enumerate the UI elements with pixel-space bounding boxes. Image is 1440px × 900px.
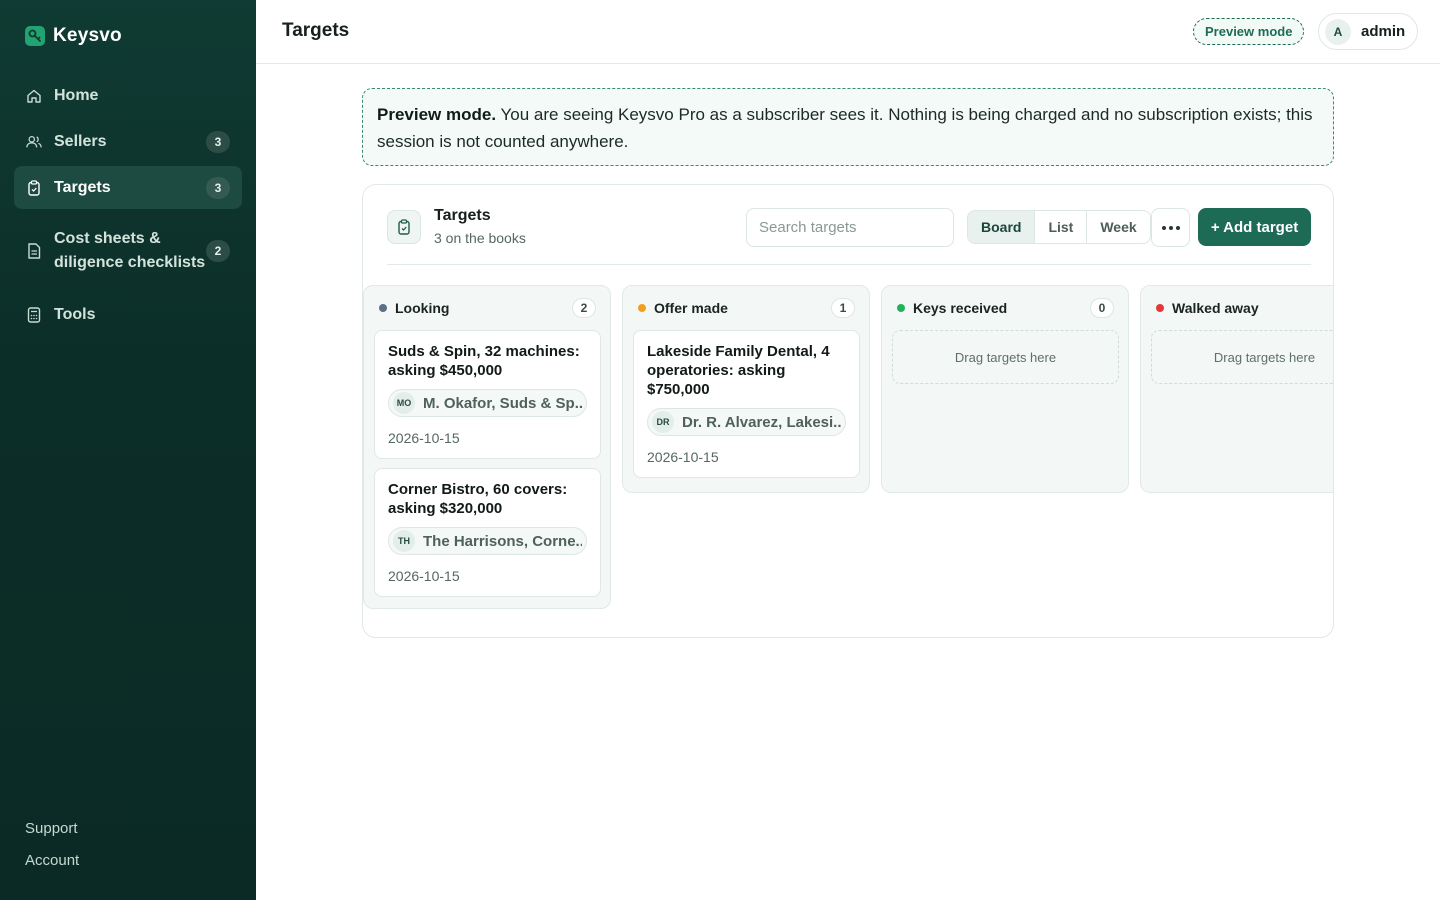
column-title: Looking	[395, 300, 450, 316]
board-column-offer-made: Offer made 1 Lakeside Family Dental, 4 o…	[622, 285, 870, 493]
card-title: Suds & Spin, 32 machines: asking $450,00…	[388, 343, 580, 379]
targets-panel: Targets 3 on the books Board List Week +…	[362, 184, 1334, 638]
sidebar-item-label: Home	[54, 86, 99, 104]
top-bar: Targets Preview mode A admin	[256, 0, 1440, 64]
panel-header: Targets 3 on the books Board List Week +…	[387, 207, 1311, 265]
tab-list[interactable]: List	[1035, 211, 1088, 243]
home-icon	[26, 88, 42, 104]
user-name: admin	[1361, 23, 1406, 40]
contact-avatar: DR	[652, 411, 674, 433]
banner-strong: Preview mode.	[377, 105, 497, 124]
column-header: Keys received 0	[882, 286, 1128, 330]
contact-avatar: MO	[393, 392, 415, 414]
calculator-icon	[26, 306, 42, 323]
more-dot-icon	[1175, 225, 1180, 230]
sidebar-nav: Home Sellers 3 Targets 3 Cost sheets & d…	[14, 74, 242, 339]
clipboard-icon	[26, 179, 42, 196]
card-date: 2026-10-15	[388, 568, 460, 584]
column-header: Walked away	[1141, 286, 1333, 330]
count-badge: 2	[206, 240, 230, 262]
avatar: A	[1325, 18, 1351, 45]
search-input[interactable]	[746, 208, 954, 247]
key-icon	[25, 26, 45, 46]
sidebar: Keysvo Home Sellers 3 Targets 3 Cost she…	[0, 0, 256, 900]
count-badge: 3	[206, 130, 230, 153]
column-header: Looking 2	[364, 286, 610, 330]
panel-title: Targets	[434, 207, 491, 224]
target-card[interactable]: Lakeside Family Dental, 4 operatories: a…	[633, 330, 860, 478]
clipboard-icon	[387, 210, 421, 244]
sidebar-item-label: Cost sheets & diligence checklists	[54, 230, 206, 271]
panel-subtitle: 3 on the books	[434, 230, 526, 246]
column-count: 1	[831, 298, 855, 318]
status-dot-icon	[1156, 304, 1164, 312]
target-card[interactable]: Corner Bistro, 60 covers: asking $320,00…	[374, 468, 601, 597]
card-title: Lakeside Family Dental, 4 operatories: a…	[647, 343, 830, 398]
preview-mode-badge: Preview mode	[1193, 18, 1305, 45]
drop-zone[interactable]: Drag targets here	[1151, 330, 1333, 384]
contact-name: M. Okafor, Suds & Sp...	[423, 394, 582, 412]
app-name: Keysvo	[53, 25, 122, 46]
add-target-button[interactable]: + Add target	[1198, 208, 1311, 246]
banner-text: You are seeing Keysvo Pro as a subscribe…	[377, 105, 1313, 151]
document-icon	[26, 243, 42, 259]
users-icon	[26, 134, 42, 150]
column-count: 2	[572, 298, 596, 318]
tab-board[interactable]: Board	[968, 211, 1036, 243]
board-column-keys-received: Keys received 0 Drag targets here	[881, 285, 1129, 493]
page-title: Targets	[282, 20, 350, 41]
sidebar-item-home[interactable]: Home	[14, 74, 242, 117]
more-dot-icon	[1161, 225, 1166, 230]
more-dot-icon	[1168, 225, 1173, 230]
kanban-board: Looking 2 Suds & Spin, 32 machines: aski…	[363, 285, 1333, 615]
brand[interactable]: Keysvo	[25, 25, 122, 47]
account-link[interactable]: Account	[25, 852, 79, 869]
user-menu-button[interactable]: A admin	[1318, 13, 1419, 50]
column-count: 0	[1090, 298, 1114, 318]
view-switcher: Board List Week	[967, 210, 1151, 244]
contact-chip[interactable]: MO M. Okafor, Suds & Sp...	[388, 389, 587, 417]
contact-chip[interactable]: DR Dr. R. Alvarez, Lakesi...	[647, 408, 846, 436]
sidebar-item-tools[interactable]: Tools	[14, 293, 242, 336]
column-title: Keys received	[913, 300, 1008, 316]
sidebar-item-sellers[interactable]: Sellers 3	[14, 120, 242, 163]
more-options-button[interactable]	[1151, 208, 1190, 247]
card-date: 2026-10-15	[647, 449, 719, 465]
contact-avatar: TH	[393, 530, 415, 552]
board-column-walked-away: Walked away Drag targets here	[1140, 285, 1333, 493]
sidebar-item-label: Sellers	[54, 132, 107, 150]
count-badge: 3	[206, 176, 230, 199]
sidebar-item-targets[interactable]: Targets 3	[14, 166, 242, 209]
target-card[interactable]: Suds & Spin, 32 machines: asking $450,00…	[374, 330, 601, 459]
column-header: Offer made 1	[623, 286, 869, 330]
tab-week[interactable]: Week	[1087, 211, 1149, 243]
sidebar-item-cost-sheets[interactable]: Cost sheets & diligence checklists 2	[14, 212, 242, 290]
support-link[interactable]: Support	[25, 820, 79, 837]
status-dot-icon	[638, 304, 646, 312]
sidebar-item-label: Targets	[54, 178, 111, 196]
status-dot-icon	[379, 304, 387, 312]
contact-name: Dr. R. Alvarez, Lakesi...	[682, 413, 841, 431]
sidebar-footer: Support Account	[25, 820, 79, 884]
column-title: Offer made	[654, 300, 728, 316]
board-column-looking: Looking 2 Suds & Spin, 32 machines: aski…	[363, 285, 611, 609]
preview-banner: Preview mode. You are seeing Keysvo Pro …	[362, 88, 1334, 166]
drop-zone[interactable]: Drag targets here	[892, 330, 1119, 384]
card-title: Corner Bistro, 60 covers: asking $320,00…	[388, 481, 568, 517]
status-dot-icon	[897, 304, 905, 312]
card-date: 2026-10-15	[388, 430, 460, 446]
contact-name: The Harrisons, Corne...	[423, 532, 582, 550]
sidebar-item-label: Tools	[54, 305, 96, 323]
contact-chip[interactable]: TH The Harrisons, Corne...	[388, 527, 587, 555]
column-title: Walked away	[1172, 300, 1259, 316]
